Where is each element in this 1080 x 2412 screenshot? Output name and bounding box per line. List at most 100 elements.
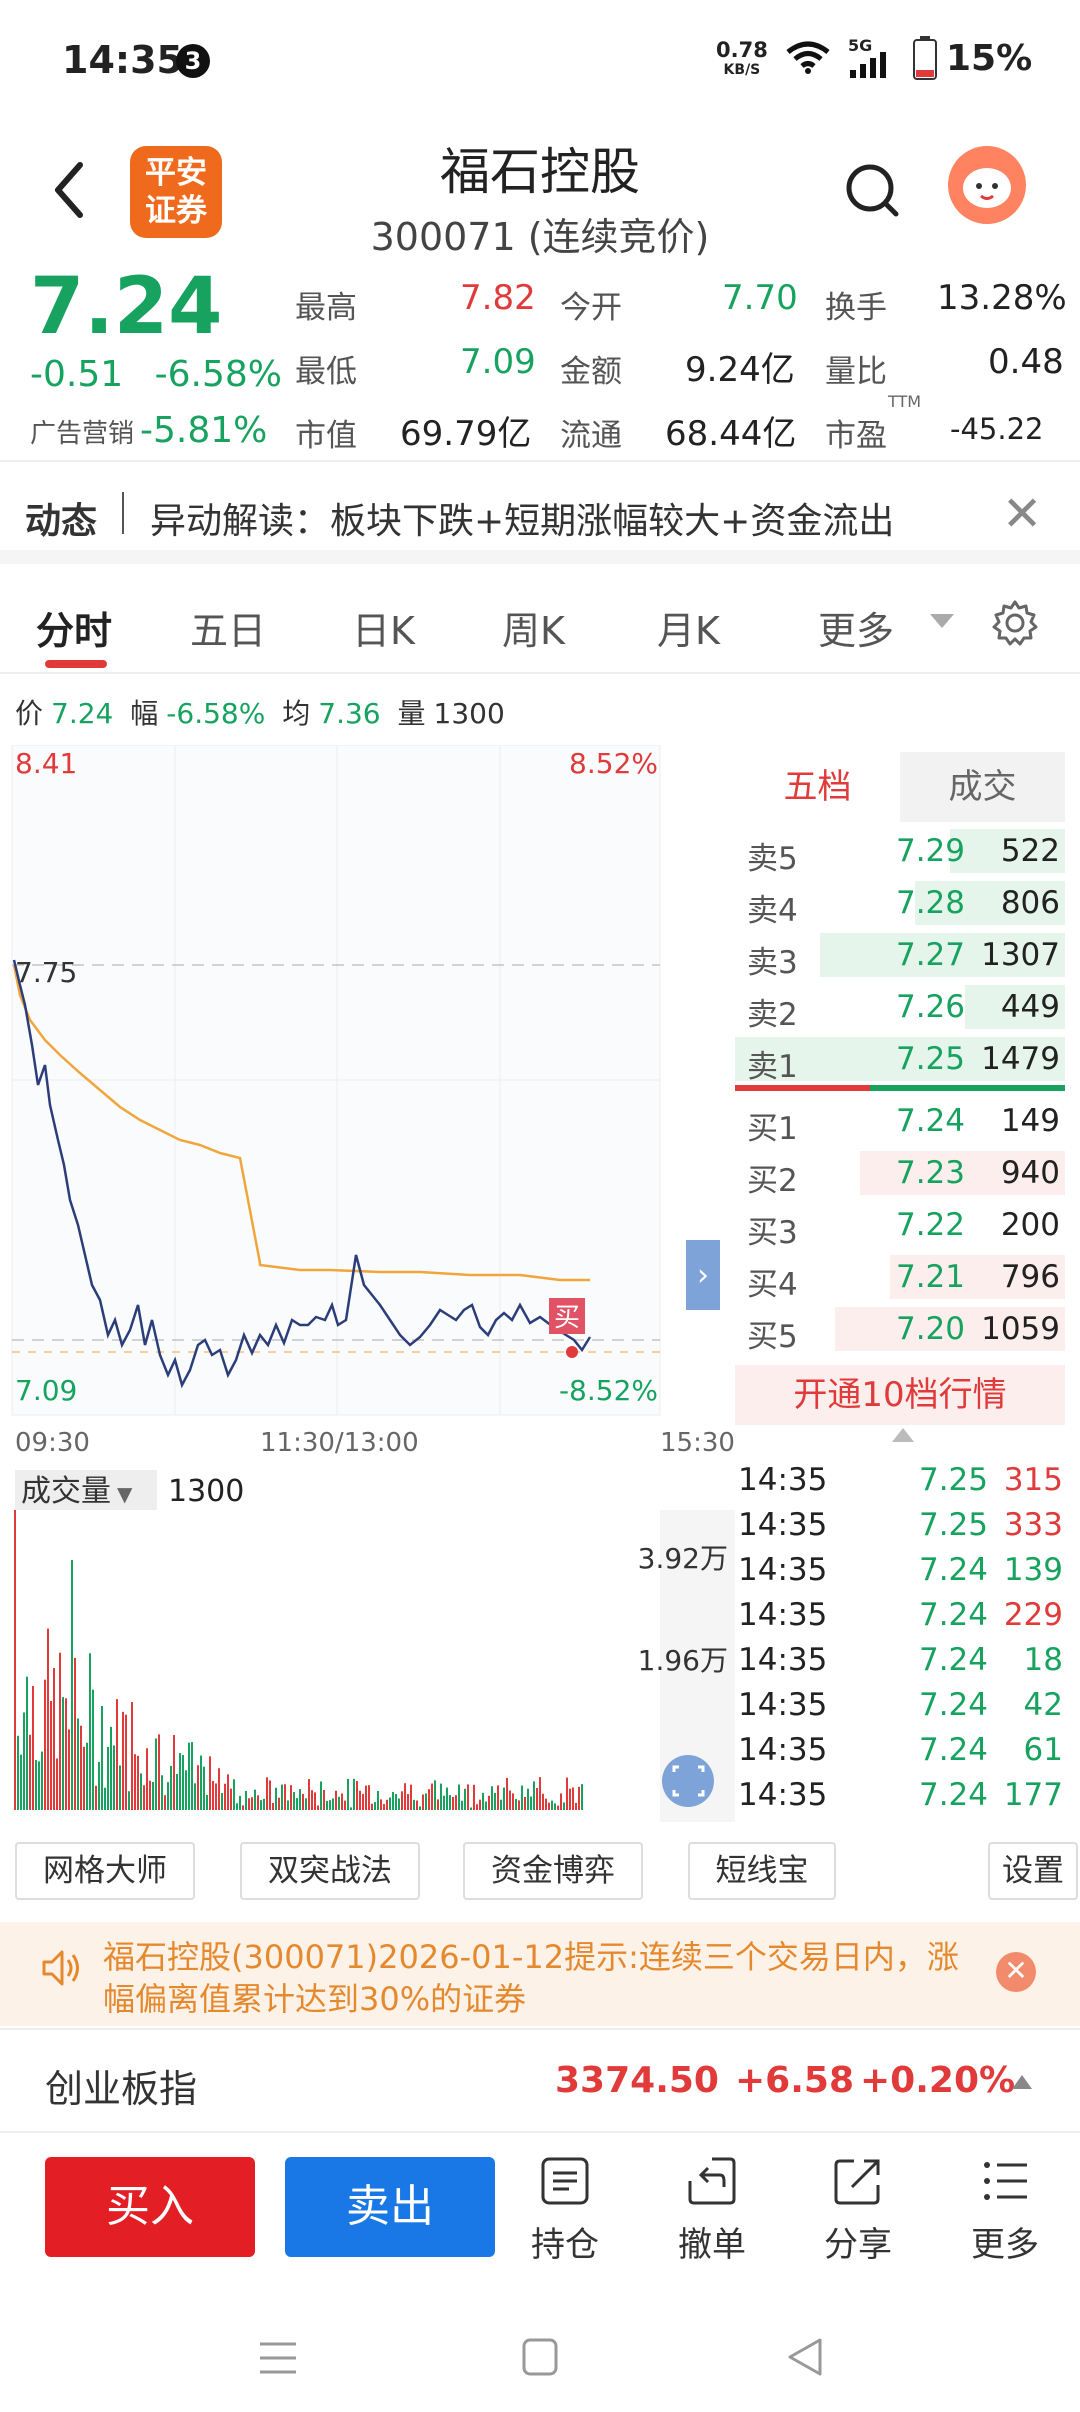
tab-monthly-k[interactable]: 月K <box>657 600 720 655</box>
holdings-button[interactable]: 持仓 <box>515 2155 615 2275</box>
index-ticker[interactable]: 创业板指 3374.50 +6.58 +0.20% <box>0 2028 1080 2133</box>
volume-bar <box>92 1689 94 1810</box>
ask-row[interactable]: 卖3 7.27 1307 <box>735 929 1065 981</box>
info-vol-label: 量 <box>397 697 426 730</box>
tab-daily-k[interactable]: 日K <box>352 600 415 655</box>
info-price-label: 价 <box>15 697 44 730</box>
avatar[interactable] <box>948 146 1026 224</box>
fund-game-button[interactable]: 资金博弈 <box>463 1842 643 1900</box>
volume-bar <box>62 1697 64 1810</box>
tick-volume: 177 <box>1003 1777 1063 1813</box>
ask-row[interactable]: 卖2 7.26 449 <box>735 981 1065 1033</box>
mascot-icon <box>963 168 1011 208</box>
bid-row[interactable]: 买2 7.23 940 <box>735 1147 1065 1199</box>
volume-bar <box>311 1790 313 1810</box>
volume-bar <box>74 1657 76 1810</box>
index-pct: +0.20% <box>860 2060 1016 2101</box>
bid-row[interactable]: 买1 7.24 149 <box>735 1095 1065 1147</box>
volume-bar <box>158 1734 160 1810</box>
volume-bar <box>125 1714 127 1810</box>
volume-bar <box>386 1799 388 1810</box>
search-icon[interactable] <box>842 160 902 220</box>
volume-selector[interactable]: 成交量 ▼ <box>15 1470 157 1514</box>
volume-bar <box>314 1792 316 1810</box>
price-change: -0.51 -6.58% <box>30 354 282 395</box>
signal-icon <box>850 52 886 78</box>
buy-button[interactable]: 买入 <box>45 2157 255 2257</box>
more-button[interactable]: 更多 <box>955 2155 1055 2275</box>
news-divider <box>122 492 124 534</box>
sector-change[interactable]: 广告营销 -5.81% <box>30 410 267 451</box>
sell-button[interactable]: 卖出 <box>285 2157 495 2257</box>
volume-bar <box>566 1777 568 1810</box>
volume-bar <box>50 1701 52 1810</box>
more-dropdown-icon[interactable] <box>930 614 954 628</box>
volume-bar <box>416 1800 418 1810</box>
tick-time: 14:35 <box>738 1597 828 1633</box>
risk-alert-banner[interactable]: 福石控股(300071)2026-01-12提示:连续三个交易日内，涨幅偏离值累… <box>0 1922 1080 2026</box>
cancel-order-button[interactable]: 撤单 <box>662 2155 762 2275</box>
back-nav-icon[interactable] <box>786 2336 824 2378</box>
menu-nav-icon[interactable] <box>258 2340 298 2376</box>
volume-bar <box>35 1760 37 1810</box>
tab-weekly-k[interactable]: 周K <box>502 600 565 655</box>
double-breakout-button[interactable]: 双突战法 <box>240 1842 420 1900</box>
volume-bar <box>56 1758 58 1810</box>
short-line-button[interactable]: 短线宝 <box>688 1842 836 1900</box>
open-ten-level-button[interactable]: 开通10档行情 <box>735 1365 1065 1425</box>
bid-row[interactable]: 买3 7.22 200 <box>735 1199 1065 1251</box>
bid-row[interactable]: 买5 7.20 1059 <box>735 1303 1065 1355</box>
volume-bar <box>224 1783 226 1810</box>
volume-mid-label: 1.96万 <box>638 1644 728 1677</box>
alert-close-icon[interactable]: ✕ <box>996 1952 1036 1992</box>
high-label: 最高 <box>295 290 357 326</box>
volume-bar <box>407 1794 409 1810</box>
tool-settings-button[interactable]: 设置 <box>988 1842 1078 1900</box>
volume-bar <box>182 1755 184 1810</box>
ask-row[interactable]: 卖5 7.29 522 <box>735 825 1065 877</box>
news-banner[interactable]: 动态 异动解读：板块下跌+短期涨幅较大+资金流出 ✕ <box>0 464 1080 564</box>
bid-row[interactable]: 买4 7.21 796 <box>735 1251 1065 1303</box>
mcap-value: 69.79亿 <box>400 414 532 454</box>
volume-bar <box>83 1746 85 1810</box>
tab-intraday[interactable]: 分时 <box>36 600 112 655</box>
volume-bar <box>227 1774 229 1810</box>
ask-row[interactable]: 卖1 7.25 1479 <box>735 1033 1065 1085</box>
volume-bar <box>296 1798 298 1810</box>
ask-row[interactable]: 卖4 7.28 806 <box>735 877 1065 929</box>
tab-more[interactable]: 更多 <box>818 600 894 655</box>
volume-bar <box>32 1686 34 1810</box>
tab-transactions[interactable]: 成交 <box>900 752 1065 822</box>
info-price: 7.24 <box>51 697 114 730</box>
gear-icon[interactable] <box>990 598 1040 648</box>
volume-bar <box>479 1799 481 1810</box>
grid-master-button[interactable]: 网格大师 <box>15 1842 195 1900</box>
news-text: 异动解读：板块下跌+短期涨幅较大+资金流出 <box>150 501 895 542</box>
fullscreen-button[interactable] <box>662 1755 714 1807</box>
tick-price: 7.24 <box>918 1642 988 1678</box>
tab-five-day[interactable]: 五日 <box>190 600 266 655</box>
intraday-chart[interactable]: 买 › 8.41 8.52% 7.75 7.09 -8.52% <box>0 744 735 1425</box>
index-name: 创业板指 <box>45 2067 198 2111</box>
volume-bar <box>485 1801 487 1810</box>
tab-five-level[interactable]: 五档 <box>735 752 900 822</box>
volume-bar <box>206 1794 208 1810</box>
collapse-up-icon[interactable] <box>892 1428 914 1442</box>
share-button[interactable]: 分享 <box>808 2155 908 2275</box>
volume-bar <box>299 1789 301 1810</box>
time-axis-mid: 11:30/13:00 <box>260 1428 419 1458</box>
volume-bar <box>317 1805 319 1810</box>
volume-bar <box>452 1796 454 1810</box>
volume-bar <box>512 1793 514 1810</box>
volume-chart[interactable]: 3.92万 1.96万 <box>0 1510 735 1825</box>
tick-volume: 61 <box>1023 1732 1063 1768</box>
volume-bar <box>443 1795 445 1810</box>
home-nav-icon[interactable] <box>522 2338 558 2376</box>
volume-bar <box>518 1800 520 1810</box>
pe-label: 市盈 <box>825 418 887 454</box>
close-icon[interactable]: ✕ <box>1002 486 1042 542</box>
volume-bar <box>86 1742 88 1810</box>
ask-volume: 1307 <box>981 937 1060 973</box>
expand-up-icon[interactable] <box>1012 2075 1032 2089</box>
index-value: 3374.50 <box>555 2060 719 2101</box>
